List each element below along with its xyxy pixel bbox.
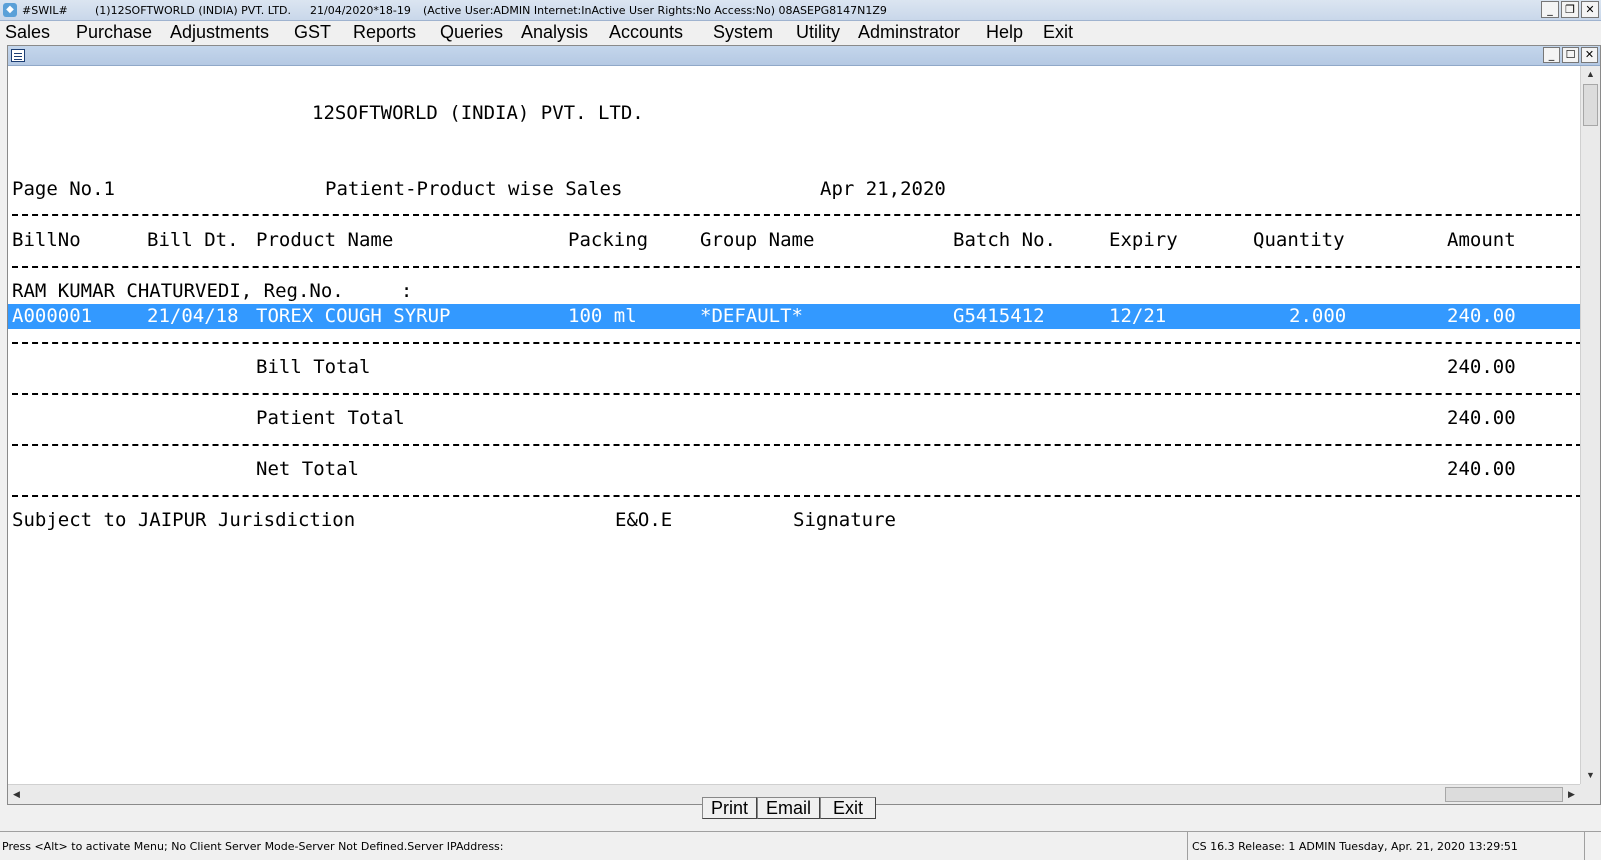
title-bar: ◆ #SWIL# (1)12SOFTWORLD (INDIA) PVT. LTD… bbox=[0, 0, 1601, 21]
col-packing: Packing bbox=[568, 229, 649, 251]
child-close-icon[interactable]: ✕ bbox=[1581, 47, 1598, 63]
bill-total-value: 240.00 bbox=[1447, 356, 1516, 378]
footer-signature: Signature bbox=[793, 509, 896, 531]
menu-utility[interactable]: Utility bbox=[796, 22, 840, 43]
separator bbox=[12, 342, 1580, 344]
col-expiry: Expiry bbox=[1109, 229, 1178, 251]
restore-icon[interactable]: ❐ bbox=[1561, 1, 1579, 18]
menu-analysis[interactable]: Analysis bbox=[521, 22, 588, 43]
menu-queries[interactable]: Queries bbox=[440, 22, 503, 43]
menu-purchase[interactable]: Purchase bbox=[76, 22, 152, 43]
vertical-scrollbar[interactable]: ▲ ▼ bbox=[1580, 66, 1600, 784]
row-quantity: 2.000 bbox=[1289, 305, 1347, 327]
status-bar: Press <Alt> to activate Menu; No Client … bbox=[0, 831, 1601, 860]
scroll-left-icon[interactable]: ◀ bbox=[8, 785, 25, 804]
row-packing: 100 ml bbox=[568, 305, 637, 327]
bill-total-label: Bill Total bbox=[256, 356, 371, 378]
report-date: Apr 21,2020 bbox=[820, 178, 946, 200]
child-minimize-icon[interactable]: _ bbox=[1543, 47, 1560, 63]
email-button[interactable]: Email bbox=[757, 797, 821, 819]
scroll-down-icon[interactable]: ▼ bbox=[1581, 767, 1600, 784]
patient-total-value: 240.00 bbox=[1447, 407, 1516, 429]
col-group: Group Name bbox=[700, 229, 815, 251]
minimize-icon[interactable]: _ bbox=[1541, 1, 1559, 18]
vertical-scroll-thumb[interactable] bbox=[1583, 84, 1598, 126]
row-billdt: 21/04/18 bbox=[147, 305, 239, 327]
report-title: Patient-Product wise Sales bbox=[325, 178, 623, 200]
app-name: #SWIL# bbox=[22, 4, 68, 17]
close-icon[interactable]: ✕ bbox=[1581, 1, 1599, 18]
date-year: 21/04/2020*18-19 bbox=[310, 4, 411, 17]
exit-button[interactable]: Exit bbox=[820, 797, 877, 819]
menu-exit[interactable]: Exit bbox=[1043, 22, 1073, 43]
report-viewer: 12SOFTWORLD (INDIA) PVT. LTD. Page No.1 … bbox=[8, 66, 1580, 784]
patient-total-label: Patient Total bbox=[256, 407, 405, 429]
col-quantity: Quantity bbox=[1253, 229, 1345, 251]
page-number: Page No.1 bbox=[12, 178, 115, 200]
menu-system[interactable]: System bbox=[713, 22, 773, 43]
menu-gst[interactable]: GST bbox=[294, 22, 331, 43]
separator bbox=[12, 214, 1580, 216]
report-window: _ ☐ ✕ 12SOFTWORLD (INDIA) PVT. LTD. Page… bbox=[7, 45, 1601, 805]
scroll-up-icon[interactable]: ▲ bbox=[1581, 66, 1600, 83]
col-billdt: Bill Dt. bbox=[147, 229, 239, 251]
menu-sales[interactable]: Sales bbox=[5, 22, 50, 43]
row-group: *DEFAULT* bbox=[700, 305, 803, 327]
net-total-value: 240.00 bbox=[1447, 458, 1516, 480]
status-info: CS 16.3 Release: 1 ADMIN Tuesday, Apr. 2… bbox=[1187, 832, 1585, 860]
patient-name: RAM KUMAR CHATURVEDI, Reg.No. : bbox=[12, 280, 413, 302]
net-total-label: Net Total bbox=[256, 458, 359, 480]
menu-reports[interactable]: Reports bbox=[353, 22, 416, 43]
menu-help[interactable]: Help bbox=[986, 22, 1023, 43]
app-icon: ◆ bbox=[3, 3, 17, 17]
scroll-corner bbox=[1580, 784, 1600, 804]
separator bbox=[12, 495, 1580, 497]
col-amount: Amount bbox=[1447, 229, 1516, 251]
menu-adjustments[interactable]: Adjustments bbox=[170, 22, 269, 43]
row-product: TOREX COUGH SYRUP bbox=[256, 305, 451, 327]
print-button[interactable]: Print bbox=[702, 797, 758, 819]
footer-jurisdiction: Subject to JAIPUR Jurisdiction bbox=[12, 509, 356, 531]
separator bbox=[12, 266, 1580, 268]
col-product: Product Name bbox=[256, 229, 394, 251]
col-billno: BillNo bbox=[12, 229, 81, 251]
horizontal-scroll-thumb[interactable] bbox=[1445, 787, 1563, 802]
row-billno: A000001 bbox=[12, 305, 93, 327]
menu-bar: Sales Purchase Adjustments GST Reports Q… bbox=[0, 21, 1601, 43]
scroll-right-icon[interactable]: ▶ bbox=[1563, 785, 1580, 804]
status-message: Press <Alt> to activate Menu; No Client … bbox=[2, 840, 504, 853]
system-menu-icon[interactable] bbox=[11, 49, 25, 62]
menu-accounts[interactable]: Accounts bbox=[609, 22, 683, 43]
separator bbox=[12, 393, 1580, 395]
col-batch: Batch No. bbox=[953, 229, 1056, 251]
report-company: 12SOFTWORLD (INDIA) PVT. LTD. bbox=[312, 102, 644, 124]
separator bbox=[12, 444, 1580, 446]
report-window-titlebar: _ ☐ ✕ bbox=[8, 46, 1600, 66]
row-amount: 240.00 bbox=[1447, 305, 1516, 327]
row-expiry: 12/21 bbox=[1109, 305, 1167, 327]
action-buttons: Print Email Exit bbox=[702, 797, 877, 819]
company-title: (1)12SOFTWORLD (INDIA) PVT. LTD. bbox=[95, 4, 292, 17]
menu-adminstrator[interactable]: Adminstrator bbox=[858, 22, 960, 43]
footer-eoe: E&O.E bbox=[615, 509, 673, 531]
child-maximize-icon[interactable]: ☐ bbox=[1562, 47, 1579, 63]
row-batch: G5415412 bbox=[953, 305, 1045, 327]
user-info: (Active User:ADMIN Internet:InActive Use… bbox=[423, 4, 887, 17]
